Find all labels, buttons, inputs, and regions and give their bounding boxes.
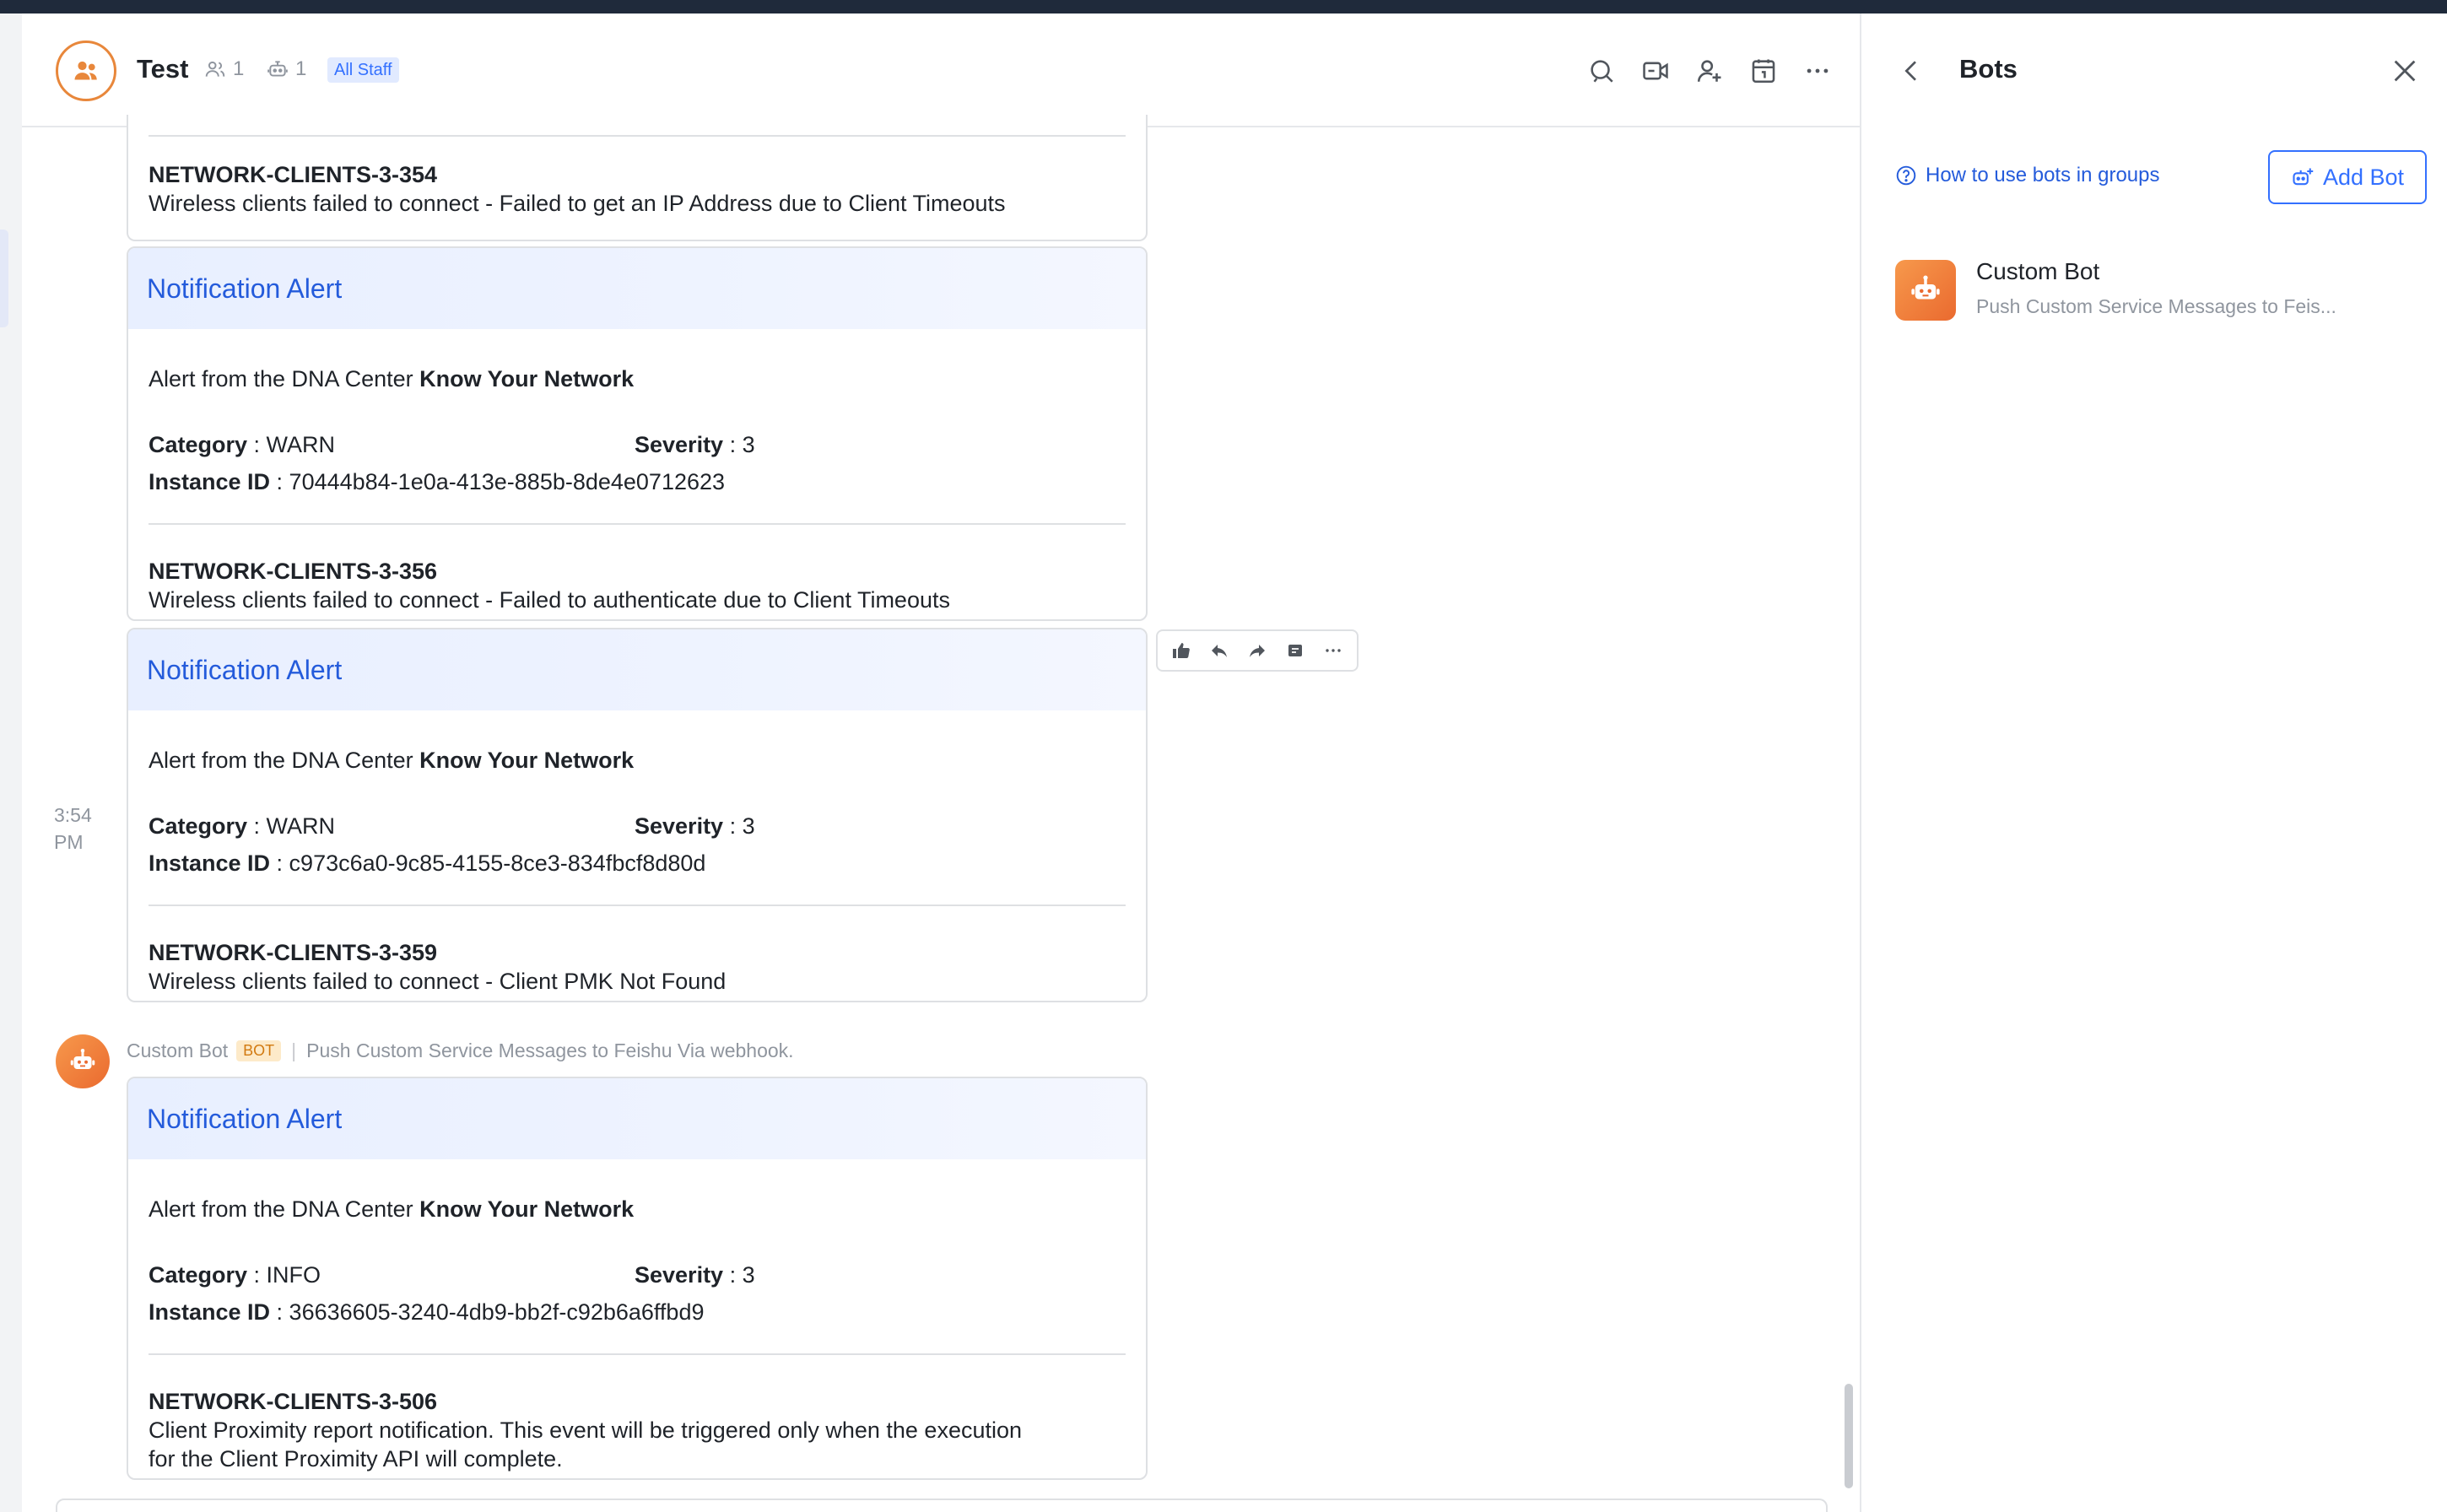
robot-icon: [70, 1049, 95, 1069]
event-description: Wireless clients failed to connect - Cli…: [149, 969, 727, 994]
pin-icon: [1288, 645, 1302, 656]
add-member-button[interactable]: [1693, 54, 1726, 88]
card-header: Notification Alert: [128, 248, 1146, 329]
group-avatar[interactable]: [56, 40, 116, 101]
message-card[interactable]: Notification Alert Alert from the DNA Ce…: [127, 246, 1148, 621]
card-divider: [149, 1353, 1126, 1355]
bots-panel: Bots How to use bots in groups Add Bot C…: [1860, 14, 2447, 1512]
pin-button[interactable]: [1278, 634, 1312, 667]
instance-id-field: Instance ID : 70444b84-1e0a-413e-885b-8d…: [149, 469, 726, 494]
separator: |: [291, 1040, 297, 1061]
back-button[interactable]: [1895, 54, 1929, 88]
event-description-line: Client Proximity report notification. Th…: [149, 1418, 1023, 1443]
calendar-button[interactable]: [1747, 54, 1780, 88]
severity-field: Severity : 3: [635, 813, 755, 839]
more-icon: [1325, 649, 1341, 652]
window-top-bar: [0, 0, 2447, 14]
forward-button[interactable]: [1240, 634, 1274, 667]
how-to-use-bots-label: How to use bots in groups: [1926, 164, 2160, 186]
left-sidebar-edge: [0, 14, 22, 1512]
alert-intro: Alert from the DNA Center Know Your Netw…: [149, 1196, 635, 1222]
close-button[interactable]: [2388, 54, 2422, 88]
video-call-button[interactable]: [1639, 54, 1672, 88]
help-icon: [1896, 165, 1916, 186]
bot-icon: [267, 61, 288, 77]
alert-intro: Alert from the DNA Center Know Your Netw…: [149, 748, 635, 773]
how-to-use-bots-link[interactable]: How to use bots in groups: [1895, 164, 2160, 187]
message-composer[interactable]: [56, 1498, 1828, 1512]
severity-field: Severity : 3: [635, 432, 755, 457]
event-description: Wireless clients failed to connect - Fai…: [149, 587, 950, 613]
card-header: Notification Alert: [128, 1078, 1146, 1159]
forward-icon: [1249, 645, 1265, 657]
more-options-button[interactable]: [1801, 54, 1834, 88]
bot-name: Custom Bot: [1976, 258, 2100, 284]
event-id: NETWORK-CLIENTS-3-359: [149, 940, 438, 965]
alert-intro: Alert from the DNA Center Know Your Netw…: [149, 366, 635, 392]
card-divider: [149, 135, 1126, 137]
bot-badge: BOT: [236, 1040, 282, 1061]
thumbs-up-icon: [1173, 643, 1191, 658]
bot-count[interactable]: 1: [267, 57, 306, 81]
message-timestamp: 3:54 PM: [54, 804, 92, 853]
back-icon: [1904, 61, 1916, 81]
video-call-icon: [1643, 62, 1668, 80]
add-bot-label: Add Bot: [2322, 164, 2405, 190]
reply-button[interactable]: [1202, 634, 1236, 667]
event-id: NETWORK-CLIENTS-3-354: [149, 162, 438, 187]
left-sidebar-active-tab[interactable]: [0, 230, 8, 327]
category-field: Category : INFO: [149, 1262, 321, 1288]
more-actions-button[interactable]: [1316, 634, 1350, 667]
message-card[interactable]: Notification Alert Alert from the DNA Ce…: [127, 1077, 1148, 1480]
bot-description: Push Custom Service Messages to Feis...: [1976, 295, 2336, 317]
close-icon: [2394, 60, 2416, 82]
calendar-icon: [1752, 59, 1775, 84]
chat-header: Test 1 1 All Staff: [22, 14, 1860, 127]
search-button[interactable]: [1585, 54, 1618, 88]
message-hover-toolbar: [1156, 629, 1359, 672]
event-description-line: for the Client Proximity API will comple…: [149, 1446, 563, 1472]
reply-icon: [1212, 645, 1228, 657]
category-field: Category : WARN: [149, 813, 336, 839]
chat-scrollbar[interactable]: [1845, 1384, 1853, 1488]
sender-description: Push Custom Service Messages to Feishu V…: [306, 1040, 794, 1061]
add-bot-icon: [2293, 168, 2314, 186]
chat-title[interactable]: Test: [137, 54, 188, 84]
group-icon: [74, 61, 97, 80]
sender-name[interactable]: Custom Bot: [127, 1040, 228, 1062]
bot-list-item[interactable]: Custom Bot Push Custom Service Messages …: [1895, 246, 2418, 331]
severity-field: Severity : 3: [635, 1262, 755, 1288]
card-title: Notification Alert: [147, 654, 343, 685]
bot-count-value: 1: [295, 57, 307, 80]
sender-info: Custom Bot BOT | Push Custom Service Mes…: [127, 1040, 794, 1062]
card-title: Notification Alert: [147, 1103, 343, 1134]
event-id: NETWORK-CLIENTS-3-356: [149, 559, 438, 584]
event-id: NETWORK-CLIENTS-3-506: [149, 1389, 438, 1414]
robot-icon: [1911, 275, 1940, 300]
search-icon: [1591, 60, 1613, 83]
message-card: NETWORK-CLIENTS-3-354 Wireless clients f…: [127, 115, 1148, 241]
add-bot-button[interactable]: Add Bot: [2268, 150, 2427, 204]
all-staff-badge: All Staff: [327, 57, 399, 83]
instance-id-field: Instance ID : 36636605-3240-4db9-bb2f-c9…: [149, 1299, 705, 1325]
event-description: Wireless clients failed to connect - Fai…: [149, 191, 1006, 216]
bots-panel-title: Bots: [1959, 54, 2018, 84]
thumbs-up-button[interactable]: [1164, 634, 1198, 667]
member-icon: [205, 61, 225, 77]
chat-pane: Test 1 1 All Staff NETWORK-CLIENTS-3-354: [22, 14, 1860, 1512]
card-divider: [149, 523, 1126, 525]
card-title: Notification Alert: [147, 273, 343, 304]
card-header: Notification Alert: [128, 629, 1146, 710]
sender-avatar[interactable]: [56, 1034, 110, 1088]
member-count[interactable]: 1: [204, 57, 244, 81]
member-count-value: 1: [233, 57, 245, 80]
add-member-icon: [1697, 60, 1721, 82]
card-divider: [149, 904, 1126, 906]
more-icon: [1807, 68, 1828, 73]
bots-panel-header: Bots: [1861, 14, 2447, 127]
bot-avatar: [1895, 260, 1956, 321]
category-field: Category : WARN: [149, 432, 336, 457]
message-card[interactable]: Notification Alert Alert from the DNA Ce…: [127, 628, 1148, 1002]
instance-id-field: Instance ID : c973c6a0-9c85-4155-8ce3-83…: [149, 850, 706, 876]
